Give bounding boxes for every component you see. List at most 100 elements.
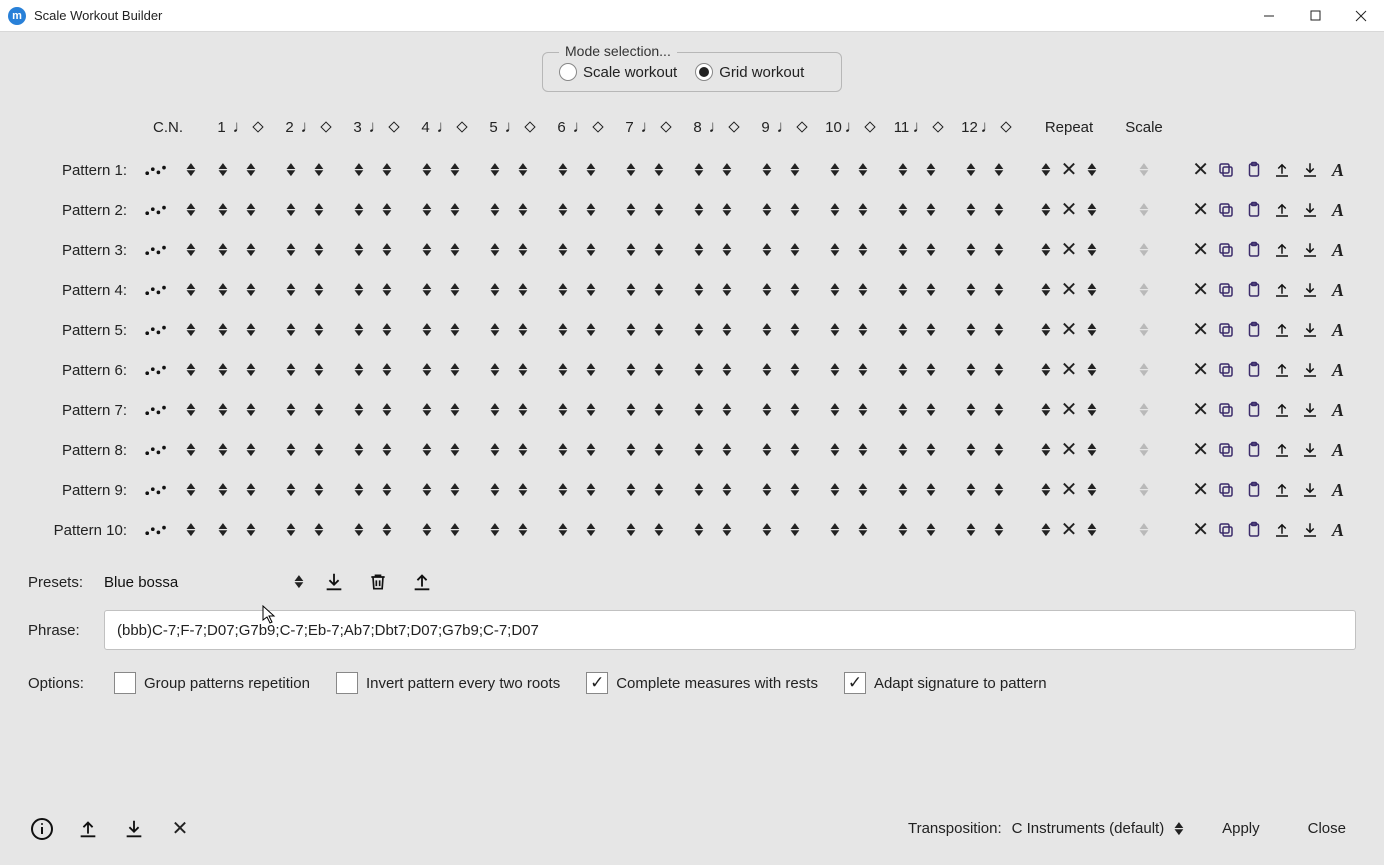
- spinner-icon[interactable]: ▲▼: [218, 523, 228, 537]
- spinner-icon[interactable]: ▲▼: [626, 163, 636, 177]
- paste-icon[interactable]: [1243, 159, 1265, 181]
- spinner-icon[interactable]: ▲▼: [558, 163, 568, 177]
- spinner-icon[interactable]: ▲▼: [790, 283, 800, 297]
- spinner-icon[interactable]: ▲▼: [218, 443, 228, 457]
- spinner-icon[interactable]: ▲▼: [354, 203, 364, 217]
- spinner-icon[interactable]: ▲▼: [518, 243, 528, 257]
- copy-icon[interactable]: [1215, 199, 1237, 221]
- clear-row-icon[interactable]: ✕: [1192, 400, 1209, 420]
- spinner-icon[interactable]: ▲▼: [1087, 523, 1097, 537]
- spinner-icon[interactable]: ▲▼: [1087, 203, 1097, 217]
- spinner-icon[interactable]: ▲▼: [1087, 483, 1097, 497]
- spinner-icon[interactable]: ▲▼: [490, 243, 500, 257]
- close-window-button[interactable]: [1338, 0, 1384, 32]
- script-a-icon[interactable]: A: [1327, 159, 1349, 181]
- spinner-icon[interactable]: ▲▼: [286, 163, 296, 177]
- spinner-icon[interactable]: ▲▼: [518, 363, 528, 377]
- export-all-icon[interactable]: [74, 815, 102, 843]
- script-a-icon[interactable]: A: [1327, 199, 1349, 221]
- spinner-icon[interactable]: ▲▼: [1087, 163, 1097, 177]
- script-a-icon[interactable]: A: [1327, 439, 1349, 461]
- spinner-icon[interactable]: ▲▼: [926, 483, 936, 497]
- script-a-icon[interactable]: A: [1327, 279, 1349, 301]
- spinner-icon[interactable]: ▲▼: [898, 363, 908, 377]
- spinner-icon[interactable]: ▲▼: [694, 523, 704, 537]
- spinner-icon[interactable]: ▲▼: [218, 403, 228, 417]
- spinner-icon[interactable]: ▲▼: [1041, 523, 1051, 537]
- spinner-icon[interactable]: ▲▼: [558, 283, 568, 297]
- upload-icon[interactable]: [1271, 159, 1293, 181]
- spinner-icon[interactable]: ▲▼: [926, 443, 936, 457]
- checkbox-complete-measures[interactable]: ✓ Complete measures with rests: [586, 672, 818, 694]
- spinner-icon[interactable]: ▲▼: [858, 283, 868, 297]
- spinner-icon[interactable]: ▲▼: [966, 403, 976, 417]
- repeat-x-icon[interactable]: ✕: [1061, 240, 1078, 260]
- spinner-icon[interactable]: ▲▼: [314, 443, 324, 457]
- spinner-icon[interactable]: ▲▼: [926, 323, 936, 337]
- spinner-icon[interactable]: ▲▼: [898, 283, 908, 297]
- spinner-icon[interactable]: ▲▼: [286, 443, 296, 457]
- spinner-icon[interactable]: ▲▼: [830, 203, 840, 217]
- spinner-icon[interactable]: ▲▼: [586, 403, 596, 417]
- spinner-icon[interactable]: ▲▼: [314, 323, 324, 337]
- spinner-icon[interactable]: ▲▼: [314, 163, 324, 177]
- spinner-icon[interactable]: ▲▼: [762, 163, 772, 177]
- spinner-icon[interactable]: ▲▼: [898, 523, 908, 537]
- upload-icon[interactable]: [1271, 439, 1293, 461]
- spinner-icon[interactable]: ▲▼: [694, 203, 704, 217]
- repeat-x-icon[interactable]: ✕: [1061, 160, 1078, 180]
- spinner-icon[interactable]: ▲▼: [830, 403, 840, 417]
- spinner-icon[interactable]: ▲▼: [246, 483, 256, 497]
- spinner-icon[interactable]: ▲▼: [790, 363, 800, 377]
- spinner-icon[interactable]: ▲▼: [926, 283, 936, 297]
- spinner-icon[interactable]: ▲▼: [694, 163, 704, 177]
- preset-spinner[interactable]: ▲▼: [294, 575, 304, 589]
- spinner-icon[interactable]: ▲▼: [246, 403, 256, 417]
- spinner-icon[interactable]: ▲▼: [790, 523, 800, 537]
- spinner-icon[interactable]: ▲▼: [762, 403, 772, 417]
- spinner-icon[interactable]: ▲▼: [994, 403, 1004, 417]
- spinner-icon[interactable]: ▲▼: [1041, 443, 1051, 457]
- spinner-icon[interactable]: ▲▼: [186, 443, 196, 457]
- spinner-icon[interactable]: ▲▼: [490, 203, 500, 217]
- download-icon[interactable]: [1299, 439, 1321, 461]
- spinner-icon[interactable]: ▲▼: [926, 163, 936, 177]
- spinner-icon[interactable]: ▲▼: [286, 363, 296, 377]
- spinner-icon[interactable]: ▲▼: [354, 243, 364, 257]
- spinner-icon[interactable]: ▲▼: [186, 203, 196, 217]
- spinner-icon[interactable]: ▲▼: [898, 483, 908, 497]
- download-icon[interactable]: [1299, 319, 1321, 341]
- spinner-icon[interactable]: ▲▼: [626, 283, 636, 297]
- download-icon[interactable]: [1299, 159, 1321, 181]
- spinner-icon[interactable]: ▲▼: [654, 283, 664, 297]
- spinner-icon[interactable]: ▲▼: [722, 203, 732, 217]
- spinner-icon[interactable]: ▲▼: [830, 443, 840, 457]
- spinner-icon[interactable]: ▲▼: [186, 523, 196, 537]
- spinner-icon[interactable]: ▲▼: [966, 363, 976, 377]
- spinner-icon[interactable]: ▲▼: [450, 483, 460, 497]
- spinner-icon[interactable]: ▲▼: [518, 523, 528, 537]
- spinner-icon[interactable]: ▲▼: [246, 323, 256, 337]
- spinner-icon[interactable]: ▲▼: [422, 163, 432, 177]
- spinner-icon[interactable]: ▲▼: [218, 243, 228, 257]
- spinner-icon[interactable]: ▲▼: [762, 443, 772, 457]
- spinner-icon[interactable]: ▲▼: [722, 443, 732, 457]
- repeat-x-icon[interactable]: ✕: [1061, 480, 1078, 500]
- spinner-icon[interactable]: ▲▼: [518, 163, 528, 177]
- spinner-icon[interactable]: ▲▼: [422, 203, 432, 217]
- upload-icon[interactable]: [1271, 239, 1293, 261]
- download-icon[interactable]: [1299, 479, 1321, 501]
- spinner-icon[interactable]: ▲▼: [354, 163, 364, 177]
- spinner-icon[interactable]: ▲▼: [966, 283, 976, 297]
- spinner-icon[interactable]: ▲▼: [898, 163, 908, 177]
- spinner-icon[interactable]: ▲▼: [558, 403, 568, 417]
- info-icon[interactable]: [28, 815, 56, 843]
- spinner-icon[interactable]: ▲▼: [558, 483, 568, 497]
- spinner-icon[interactable]: ▲▼: [722, 363, 732, 377]
- spinner-icon[interactable]: ▲▼: [314, 243, 324, 257]
- spinner-icon[interactable]: ▲▼: [966, 163, 976, 177]
- spinner-icon[interactable]: ▲▼: [1041, 283, 1051, 297]
- spinner-icon[interactable]: ▲▼: [186, 163, 196, 177]
- copy-icon[interactable]: [1215, 279, 1237, 301]
- spinner-icon[interactable]: ▲▼: [994, 363, 1004, 377]
